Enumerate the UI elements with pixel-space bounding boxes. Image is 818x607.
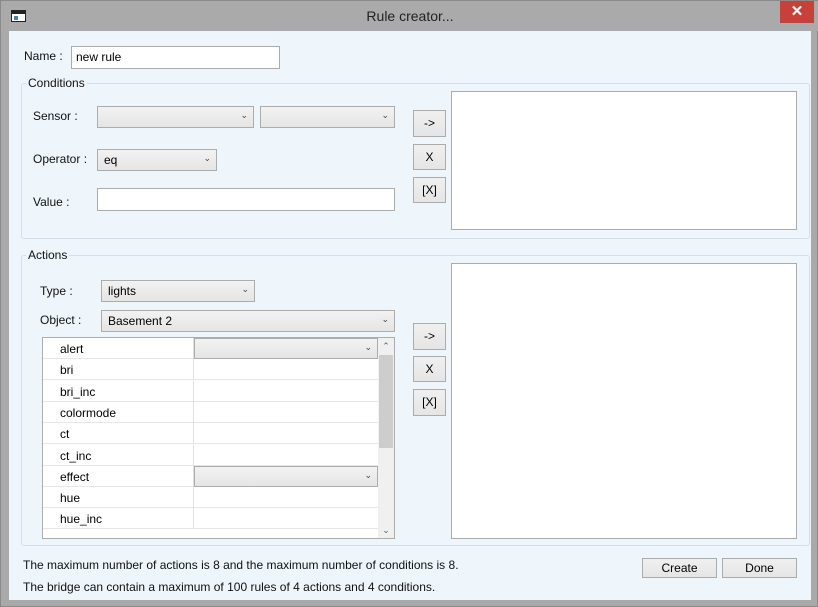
property-value-cell[interactable] <box>194 381 378 402</box>
property-value-cell[interactable] <box>194 359 378 380</box>
action-properties-grid: alert ⌄ bri bri_inc colormode ct ct_inceffect ⌄… <box>42 337 395 539</box>
property-row[interactable]: hue_inc <box>43 508 378 530</box>
footer-note-bridge: The bridge can contain a maximum of 100 … <box>23 580 436 594</box>
property-value-select[interactable]: ⌄ <box>194 338 378 359</box>
title-bar: Rule creator... ✕ <box>1 1 818 31</box>
scroll-up-icon[interactable]: ⌃ <box>378 338 394 354</box>
property-name: effect <box>60 469 90 484</box>
properties-scrollbar[interactable]: ⌃ ⌄ <box>378 338 394 538</box>
property-row[interactable]: alert ⌄ <box>43 338 378 359</box>
chevron-down-icon: ⌄ <box>364 342 372 352</box>
property-row[interactable]: ct_inc <box>43 444 378 466</box>
property-name: ct <box>60 427 70 442</box>
property-value-cell[interactable] <box>194 402 378 423</box>
type-select[interactable]: lights ⌄ <box>101 280 255 302</box>
add-condition-button[interactable]: -> <box>413 110 446 137</box>
property-name: colormode <box>60 405 117 420</box>
close-button[interactable]: ✕ <box>780 1 814 23</box>
name-label: Name : <box>24 49 63 63</box>
object-label: Object : <box>40 313 82 327</box>
rule-creator-window: Rule creator... ✕ Name : new rule Condit… <box>0 0 818 607</box>
property-row[interactable]: colormode <box>43 401 378 423</box>
object-select-value: Basement 2 <box>108 314 173 328</box>
remove-action-button[interactable]: X <box>413 356 446 382</box>
property-row[interactable]: bri_inc <box>43 380 378 402</box>
operator-label: Operator : <box>33 152 88 166</box>
property-name: bri_inc <box>60 384 96 399</box>
property-name: bri <box>60 363 74 378</box>
actions-list[interactable] <box>451 263 797 539</box>
conditions-list[interactable] <box>451 91 797 230</box>
chevron-down-icon: ⌄ <box>203 153 211 163</box>
property-name: hue_inc <box>60 512 103 527</box>
footer-note-limits: The maximum number of actions is 8 and t… <box>23 558 459 572</box>
property-name: alert <box>60 342 84 356</box>
sensor-select-1[interactable]: ⌄ <box>97 106 254 128</box>
sensor-label: Sensor : <box>33 109 78 123</box>
chevron-down-icon: ⌄ <box>240 110 248 120</box>
chevron-down-icon: ⌄ <box>381 314 389 324</box>
operator-select-value: eq <box>104 153 118 167</box>
conditions-group-label: Conditions <box>26 76 87 90</box>
scrollbar-thumb[interactable] <box>379 355 393 448</box>
property-row[interactable]: ct <box>43 423 378 445</box>
done-button[interactable]: Done <box>722 558 797 578</box>
actions-group-label: Actions <box>26 248 70 262</box>
property-value-cell[interactable] <box>194 487 378 508</box>
value-label: Value : <box>33 195 70 209</box>
type-label: Type : <box>40 284 73 298</box>
type-select-value: lights <box>108 284 137 298</box>
name-input[interactable]: new rule <box>71 46 280 69</box>
operator-select[interactable]: eq ⌄ <box>97 149 217 171</box>
chevron-down-icon: ⌄ <box>381 110 389 120</box>
remove-condition-button[interactable]: X <box>413 144 446 170</box>
property-name: ct_inc <box>60 448 92 463</box>
property-value-cell[interactable] <box>194 508 378 529</box>
property-value-cell[interactable] <box>194 423 378 444</box>
property-row[interactable]: effect ⌄ <box>43 465 378 487</box>
dialog-client-area: Name : new rule Conditions Sensor : ⌄ ⌄ … <box>9 31 811 600</box>
property-name: hue <box>60 491 81 506</box>
clear-conditions-button[interactable]: [X] <box>413 177 446 203</box>
chevron-down-icon: ⌄ <box>241 284 249 294</box>
chevron-down-icon: ⌄ <box>364 469 372 480</box>
property-row[interactable]: bri <box>43 359 378 381</box>
property-row[interactable]: hue <box>43 487 378 509</box>
add-action-button[interactable]: -> <box>413 323 446 350</box>
window-title: Rule creator... <box>366 8 454 24</box>
property-value-select[interactable]: ⌄ <box>194 465 378 487</box>
scroll-down-icon[interactable]: ⌄ <box>378 522 394 538</box>
sensor-select-2[interactable]: ⌄ <box>260 106 395 128</box>
clear-actions-button[interactable]: [X] <box>413 389 446 416</box>
property-value-cell[interactable] <box>194 445 378 466</box>
value-input[interactable] <box>97 188 395 211</box>
object-select[interactable]: Basement 2 ⌄ <box>101 310 395 332</box>
create-button[interactable]: Create <box>642 558 717 578</box>
